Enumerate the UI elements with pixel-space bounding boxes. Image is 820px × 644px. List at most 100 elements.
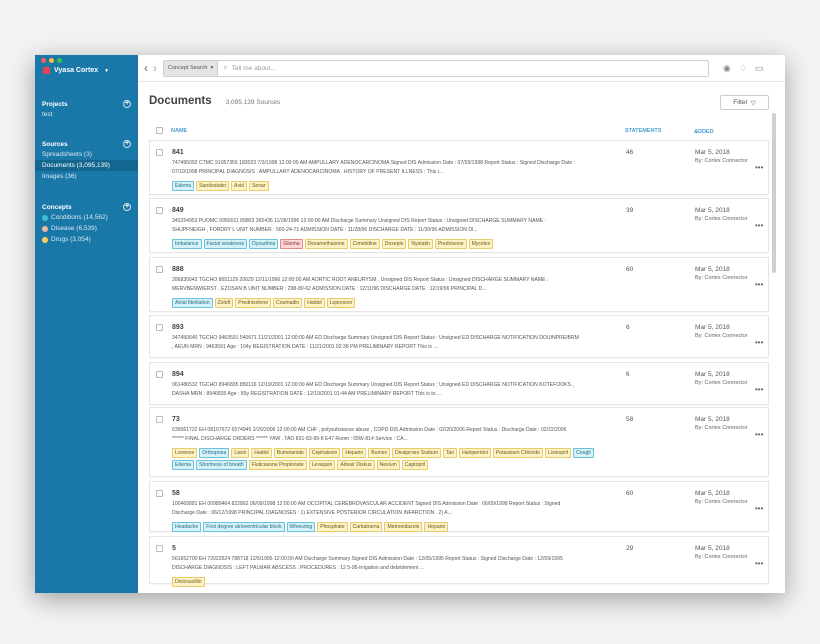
concept-tag[interactable]: Nexium [376, 460, 400, 470]
concept-tag[interactable]: Glioma [280, 239, 303, 249]
concept-tag[interactable]: Dicloxacillin [172, 577, 205, 587]
concept-tag[interactable]: Potassium Chloride [492, 448, 544, 458]
more-options-icon[interactable]: ••• [755, 163, 763, 172]
column-name[interactable]: NAME [171, 128, 187, 134]
concept-tag[interactable]: Haloperidol [459, 448, 491, 458]
search-input[interactable]: Tell me about... [232, 65, 276, 72]
concept-tag[interactable]: Prednisone [434, 239, 467, 249]
document-row[interactable]: 73 639561722 EH 08107672 6574945 2/20/200… [149, 407, 769, 477]
concept-tag[interactable]: Advair Diskus [337, 460, 375, 470]
concept-tag[interactable]: Dexamethasone [304, 239, 348, 249]
sidebar-item-disease[interactable]: Disease (6,539) [35, 223, 138, 234]
more-options-icon[interactable]: ••• [755, 338, 763, 347]
scrollbar[interactable] [772, 113, 776, 273]
concept-tag[interactable]: Cough [573, 448, 595, 458]
minimize-window-button[interactable] [49, 58, 54, 63]
add-project-icon[interactable]: + [123, 100, 131, 108]
concept-tag[interactable]: Lisinopril [545, 448, 572, 458]
concept-tag[interactable]: Haldol [251, 448, 272, 458]
concept-tag[interactable]: Edema [172, 181, 195, 191]
user-avatar-icon[interactable]: ◉ [723, 63, 731, 74]
document-id[interactable]: 841 [172, 149, 184, 156]
row-checkbox[interactable] [156, 207, 163, 214]
maximize-window-button[interactable] [57, 58, 62, 63]
more-options-icon[interactable]: ••• [755, 430, 763, 439]
concept-tag[interactable]: Facial weakness [203, 239, 248, 249]
sidebar-item-spreadsheets[interactable]: Spreadsheets (3) [35, 149, 138, 160]
more-options-icon[interactable]: ••• [755, 504, 763, 513]
concept-tag[interactable]: Shortness of breath [196, 460, 247, 470]
document-row[interactable]: 888 286830043 TGCHO 8651129 20629 12/11/1… [149, 257, 769, 312]
column-statements[interactable]: STATEMENTS [625, 128, 661, 134]
concept-tag[interactable]: Headache [172, 522, 202, 532]
concept-tag[interactable]: Fluticasone Propionate [248, 460, 307, 470]
concept-tag[interactable]: Atrial fibrillation [172, 298, 213, 308]
concept-tag[interactable]: Mycelex [468, 239, 494, 249]
row-checkbox[interactable] [156, 490, 163, 497]
add-concept-icon[interactable]: + [123, 203, 131, 211]
notification-bell-icon[interactable]: ♢ [739, 63, 747, 74]
more-options-icon[interactable]: ••• [755, 280, 763, 289]
row-checkbox[interactable] [156, 149, 163, 156]
concept-tag[interactable]: Imbalance [172, 239, 202, 249]
filter-button[interactable]: Filter ▽ [720, 95, 769, 110]
back-arrow-icon[interactable]: ‹ [144, 61, 148, 75]
concept-tag[interactable]: Phosphate [317, 522, 348, 532]
concept-tag[interactable]: Heparin [424, 522, 449, 532]
concept-tag[interactable]: Prednisolone [235, 298, 272, 308]
concept-tag[interactable]: Dysarthria [249, 239, 279, 249]
forward-arrow-icon[interactable]: › [153, 61, 157, 75]
concept-tag[interactable]: Sandostatin [196, 181, 230, 191]
concept-tag[interactable]: Coumadin [273, 298, 303, 308]
concept-tag[interactable]: Doxepin [381, 239, 407, 249]
concept-tag[interactable]: Bumex [368, 448, 391, 458]
concept-tag[interactable]: Senar [248, 181, 269, 191]
document-id[interactable]: 58 [172, 490, 180, 497]
concept-tag[interactable]: Levaquin [308, 460, 336, 470]
document-row[interactable]: 5 561652700 EH 72023524 788718 12/5/1995 … [149, 536, 769, 587]
concept-tag[interactable]: Divalproex Sodium [392, 448, 441, 458]
document-id[interactable]: 849 [172, 207, 184, 214]
document-id[interactable]: 888 [172, 266, 184, 273]
select-all-checkbox[interactable] [156, 127, 163, 134]
document-id[interactable]: 894 [172, 371, 184, 378]
concept-tag[interactable]: Nystatin [408, 239, 433, 249]
row-checkbox[interactable] [156, 416, 163, 423]
search-type-select[interactable]: Concept Search ▾ [164, 60, 219, 76]
sidebar-item-documents[interactable]: Documents (3,095,139) [35, 160, 138, 171]
concept-tag[interactable]: Tao [442, 448, 458, 458]
document-id[interactable]: 5 [172, 545, 176, 552]
sidebar-item-project[interactable]: test [35, 109, 138, 120]
document-row[interactable]: 849 343254953 PUOMC 6950011 89803 365436 … [149, 198, 769, 253]
document-id[interactable]: 73 [172, 416, 180, 423]
concept-tag[interactable]: Axid [231, 181, 247, 191]
concept-tag[interactable]: Haldol [304, 298, 325, 308]
document-row[interactable]: 893 347450640 TGCHO 9463591 540671 11/21/… [149, 315, 769, 358]
add-source-icon[interactable]: + [123, 140, 131, 148]
row-checkbox[interactable] [156, 545, 163, 552]
row-checkbox[interactable] [156, 371, 163, 378]
concept-tag[interactable]: Orthopnea [199, 448, 230, 458]
concept-tag[interactable]: Lasix [231, 448, 250, 458]
document-row[interactable]: 841 747495092 CTMC 91057356 183023 7/3/19… [149, 140, 769, 195]
concept-tag[interactable]: Lovenox [172, 448, 198, 458]
more-options-icon[interactable]: ••• [755, 385, 763, 394]
sidebar-item-conditions[interactable]: Conditions (14,562) [35, 212, 138, 223]
concept-tag[interactable]: Wheezing [286, 522, 316, 532]
document-row[interactable]: 894 061486532 TGCHO 8946835 850116 12/19/… [149, 362, 769, 405]
concept-tag[interactable]: Heparin [342, 448, 367, 458]
concept-tag[interactable]: Carbatrama [349, 522, 383, 532]
more-options-icon[interactable]: ••• [755, 559, 763, 568]
concept-tag[interactable]: Lopressor [326, 298, 356, 308]
row-checkbox[interactable] [156, 266, 163, 273]
app-brand-menu[interactable]: Vyasa Cortex ▼ [43, 67, 109, 74]
concept-tag[interactable]: Cephalexin [308, 448, 341, 458]
sidebar-item-drugs[interactable]: Drugs (3,054) [35, 234, 138, 245]
close-window-button[interactable] [41, 58, 46, 63]
row-checkbox[interactable] [156, 324, 163, 331]
concept-tag[interactable]: Metronidazole [384, 522, 423, 532]
concept-tag[interactable]: First degree atrioventricular block [203, 522, 285, 532]
concept-tag[interactable]: Captopril [401, 460, 429, 470]
document-id[interactable]: 893 [172, 324, 184, 331]
concept-tag[interactable]: Edema [172, 460, 195, 470]
